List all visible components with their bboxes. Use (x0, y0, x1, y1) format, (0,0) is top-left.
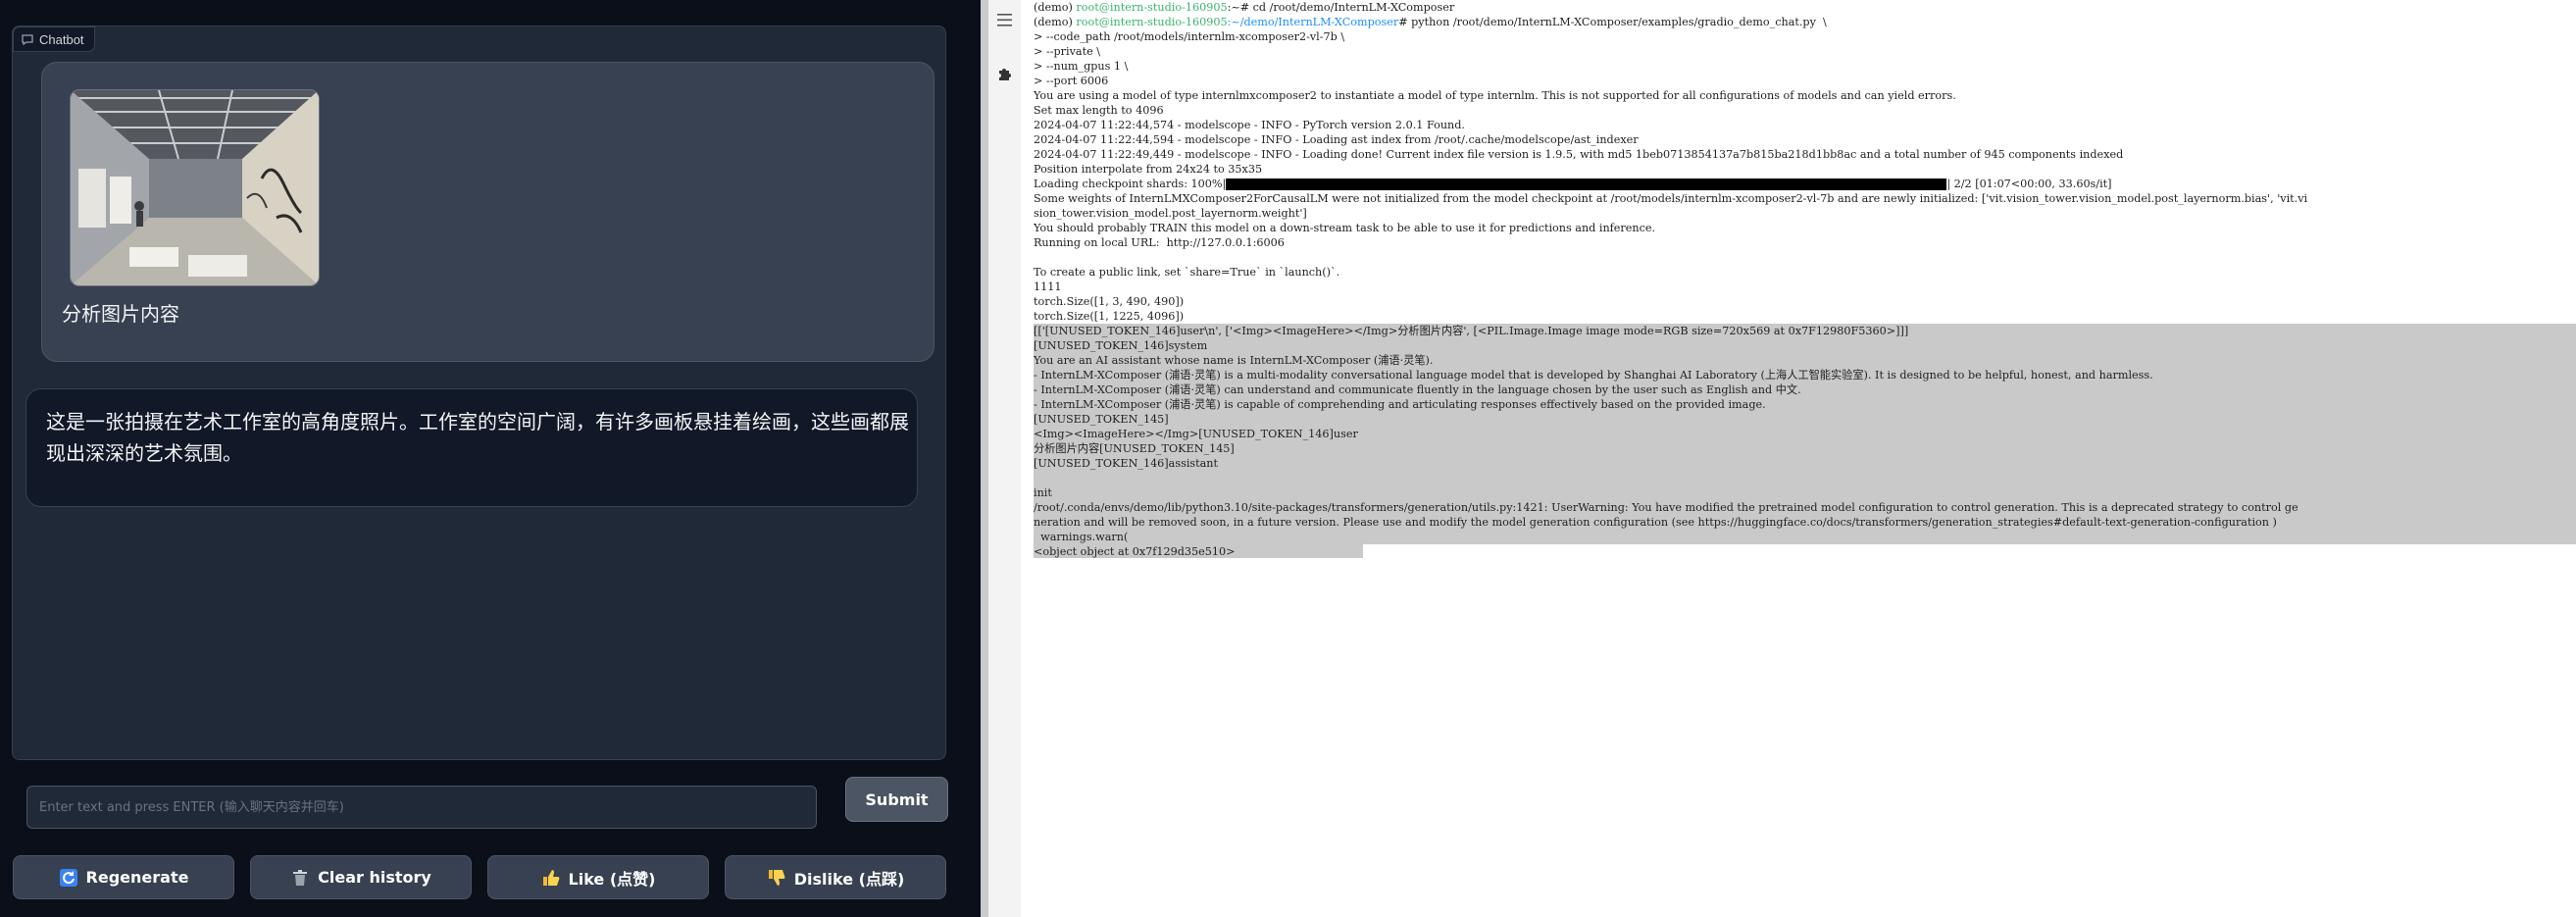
terminal-line: Position interpolate from 24x24 to 35x35 (1034, 163, 1263, 176)
progress-prefix: Loading checkpoint shards: 100%| (1034, 178, 1227, 190)
terminal-selected-line: [UNUSED_TOKEN_146]assistant (1034, 457, 1219, 470)
dislike-button[interactable]: Dislike (点踩) (725, 855, 946, 899)
progress-bar (1226, 178, 1947, 190)
progress-suffix: | 2/2 [01:07<00:00, 33.60s/it] (1946, 178, 2112, 190)
terminal-selected-line: [UNUSED_TOKEN_146]system (1034, 339, 1208, 352)
progress-line: Loading checkpoint shards: 100%| | 2/2 [0… (1034, 177, 2112, 191)
terminal-selected-line: - InternLM-XComposer (浦语·灵笔) can underst… (1034, 383, 1801, 396)
terminal[interactable]: (demo) root@intern-studio-160905:~# cd /… (1021, 0, 2576, 917)
chat-input-box[interactable] (26, 786, 817, 829)
terminal-line: To create a public link, set `share=True… (1034, 266, 1340, 279)
chatbot-label-text: Chatbot (39, 31, 84, 47)
gradio-app: Chatbot 分析图片内容 这是一张拍摄在艺术工作室的高角度照片。工作室的空间… (0, 0, 981, 917)
refresh-icon (59, 868, 77, 887)
terminal-line: Set max length to 4096 (1034, 104, 1164, 117)
pane-divider[interactable] (981, 0, 988, 917)
bot-message: 这是一张拍摄在艺术工作室的高角度照片。工作室的空间广阔，有许多画板悬挂着绘画，这… (25, 388, 918, 507)
terminal-line: You should probably TRAIN this model on … (1034, 222, 1656, 234)
terminal-line: sion_tower.vision_model.post_layernorm.w… (1034, 207, 1307, 220)
cwd: :~ (1227, 1, 1240, 14)
regenerate-button[interactable]: Regenerate (13, 855, 234, 899)
terminal-selected-line: <object object at 0x7f129d35e510> (1034, 545, 1236, 558)
terminal-selected-line: [UNUSED_TOKEN_145] (1034, 413, 1169, 426)
env-prompt: (demo) (1034, 1, 1077, 14)
clear-history-button[interactable]: Clear history (250, 855, 472, 899)
regenerate-label: Regenerate (85, 868, 189, 887)
terminal-line: 2024-04-07 11:22:44,594 - modelscope - I… (1034, 133, 1639, 146)
terminal-line: You are using a model of type internlmxc… (1034, 89, 1956, 102)
terminal-selected-line: - InternLM-XComposer (浦语·灵笔) is capable … (1034, 398, 1766, 411)
studio-photo (71, 90, 319, 285)
terminal-selected-line: <Img><ImageHere></Img>[UNUSED_TOKEN_146]… (1034, 428, 1358, 440)
chat-input[interactable] (27, 787, 816, 828)
user-host: root@intern-studio-160905 (1076, 16, 1228, 28)
terminal-cmd-line-1: (demo) root@intern-studio-160905:~# cd /… (1034, 0, 1454, 15)
puzzle-icon[interactable] (997, 66, 1013, 81)
terminal-selected-line: init (1034, 486, 1052, 499)
submit-button[interactable]: Submit (845, 777, 948, 822)
terminal-line: Running on local URL: http://127.0.0.1:6… (1034, 236, 1285, 249)
terminal-line: 1111 (1034, 280, 1062, 293)
thumbs-down-icon (768, 869, 785, 886)
terminal-cmd-line-2: (demo) root@intern-studio-160905:~/demo/… (1034, 15, 1827, 29)
user-message-text: 分析图片内容 (62, 302, 179, 326)
command: # cd /root/demo/InternLM-XComposer (1239, 1, 1455, 14)
chatbot-panel: Chatbot 分析图片内容 这是一张拍摄在艺术工作室的高角度照片。工作室的空间… (12, 25, 946, 760)
user-uploaded-image[interactable] (70, 89, 320, 286)
terminal-selected-line: warnings.warn( (1034, 531, 1129, 543)
like-label: Like (点赞) (568, 869, 656, 889)
dislike-label: Dislike (点踩) (793, 869, 905, 889)
like-button[interactable]: Like (点赞) (487, 855, 709, 899)
terminal-selected-line: - InternLM-XComposer (浦语·灵笔) is a multi-… (1034, 369, 2153, 382)
terminal-selected-line: /root/.conda/envs/demo/lib/python3.10/si… (1034, 501, 2298, 514)
chat-icon (22, 33, 33, 45)
terminal-line: Some weights of InternLMXComposer2ForCau… (1034, 192, 2308, 205)
list-icon[interactable] (997, 14, 1012, 26)
user-message: 分析图片内容 (41, 62, 934, 362)
terminal-line: > --num_gpus 1 \ (1034, 60, 1129, 73)
sidebar-strip (988, 0, 1022, 917)
terminal-selected-line: [['[UNUSED_TOKEN_146]user\n', ['<Img><Im… (1034, 325, 1909, 337)
env-prompt: (demo) (1034, 16, 1077, 28)
progress-fill (1226, 178, 1947, 190)
bot-message-text: 这是一张拍摄在艺术工作室的高角度照片。工作室的空间广阔，有许多画板悬挂着绘画，这… (46, 410, 909, 465)
terminal-selected-line: 分析图片内容[UNUSED_TOKEN_145] (1034, 442, 1235, 455)
terminal-selected-line: neration and will be removed soon, in a … (1034, 516, 2277, 529)
terminal-selected-line: You are an AI assistant whose name is In… (1034, 354, 1434, 367)
user-host: root@intern-studio-160905 (1076, 1, 1228, 14)
terminal-line: torch.Size([1, 3, 490, 490]) (1034, 295, 1185, 308)
trash-icon (293, 869, 308, 886)
terminal-line: torch.Size([1, 1225, 4096]) (1034, 310, 1185, 323)
command: # python /root/demo/InternLM-XComposer/e… (1398, 16, 1827, 28)
terminal-line: > --private \ (1034, 45, 1101, 58)
clear-history-label: Clear history (318, 868, 431, 887)
terminal-line: 2024-04-07 11:22:44,574 - modelscope - I… (1034, 119, 1465, 131)
cwd: :~/demo/InternLM-XComposer (1227, 16, 1399, 28)
chatbot-label: Chatbot (13, 26, 95, 52)
thumbs-up-icon (542, 869, 559, 886)
terminal-line: > --code_path /root/models/internlm-xcom… (1034, 30, 1345, 43)
terminal-line: 2024-04-07 11:22:49,449 - modelscope - I… (1034, 148, 2124, 161)
terminal-line: > --port 6006 (1034, 75, 1109, 87)
